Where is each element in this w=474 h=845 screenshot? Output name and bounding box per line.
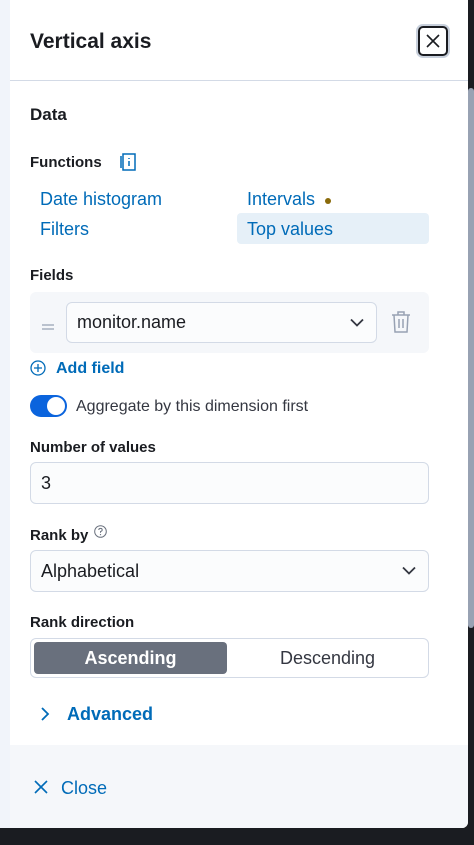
drag-handle[interactable] <box>42 318 54 336</box>
aggregate-toggle[interactable] <box>30 395 67 417</box>
rank-direction-group: Ascending Descending <box>30 638 429 678</box>
flyout-panel: Vertical axis Data Functions Date histog… <box>0 0 468 828</box>
close-icon <box>34 780 48 794</box>
page-title: Vertical axis <box>30 30 152 53</box>
field-select[interactable]: monitor.name <box>66 302 377 343</box>
function-intervals[interactable]: Intervals <box>247 189 332 210</box>
flyout-body: Data Functions Date histogram Intervals … <box>10 81 468 745</box>
advanced-label: Advanced <box>67 704 154 724</box>
rank-by-help[interactable] <box>94 525 107 543</box>
aggregate-toggle-label: Aggregate by this dimension first <box>76 398 309 415</box>
rank-by-label: Rank by <box>30 527 89 544</box>
functions-label: Functions <box>30 154 102 171</box>
number-of-values-label: Number of values <box>30 439 156 456</box>
footer-close-label: Close <box>61 778 108 798</box>
rank-descending-button[interactable]: Descending <box>231 642 424 674</box>
chevron-down-icon <box>402 566 416 575</box>
rank-ascending-button[interactable]: Ascending <box>34 642 227 674</box>
data-section-heading: Data <box>30 105 67 124</box>
flyout-footer: Close <box>10 745 468 828</box>
trash-icon <box>392 311 410 333</box>
toggle-knob <box>47 397 65 415</box>
rank-by-value: Alphabetical <box>41 560 140 581</box>
function-top-values-label: Top values <box>247 219 334 239</box>
flyout-header: Vertical axis <box>10 0 468 81</box>
rank-direction-label: Rank direction <box>30 614 135 631</box>
functions-help-button[interactable] <box>120 152 138 177</box>
rank-by-select[interactable]: Alphabetical <box>30 550 429 592</box>
close-icon <box>426 34 440 48</box>
add-field-label: Add field <box>56 360 125 377</box>
plus-circle-icon <box>30 360 46 376</box>
documentation-icon <box>120 153 136 171</box>
delete-field-button[interactable] <box>390 310 412 339</box>
number-of-values-input[interactable]: 3 <box>30 462 429 504</box>
field-select-value: monitor.name <box>77 312 187 332</box>
drag-handle-icon <box>42 324 54 330</box>
close-button[interactable] <box>418 26 448 56</box>
function-top-values[interactable]: Top values <box>237 213 429 244</box>
question-circle-icon <box>94 525 107 538</box>
scrollbar[interactable] <box>468 88 474 628</box>
chevron-right-icon <box>41 707 50 721</box>
intervals-indicator-dot <box>325 197 332 204</box>
chevron-down-icon <box>350 318 364 327</box>
function-intervals-label: Intervals <box>247 189 316 209</box>
field-row: monitor.name <box>30 292 429 353</box>
number-of-values-value: 3 <box>41 472 52 493</box>
function-filters[interactable]: Filters <box>40 219 89 240</box>
fields-label: Fields <box>30 267 74 284</box>
function-date-histogram[interactable]: Date histogram <box>40 189 162 210</box>
